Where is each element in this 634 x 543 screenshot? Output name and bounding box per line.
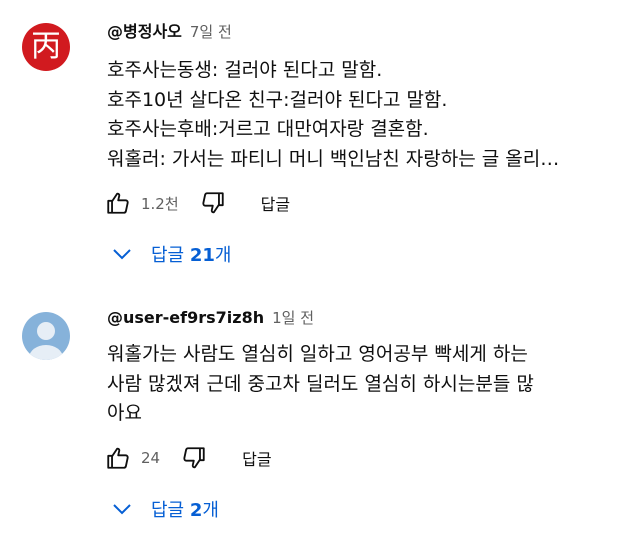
reply-button[interactable]: 답글 bbox=[242, 446, 271, 470]
comment-body: 호주사는동생: 걸러야 된다고 말함. 호주10년 살다온 친구:걸러야 된다고… bbox=[107, 56, 622, 174]
comment-toolbar: 24 답글 bbox=[102, 442, 272, 474]
like-button[interactable] bbox=[102, 187, 134, 219]
replies-prefix: 답글 bbox=[151, 245, 190, 266]
view-replies-button[interactable]: 답글 2개 bbox=[104, 491, 219, 527]
view-replies-button[interactable]: 답글 21개 bbox=[104, 236, 231, 272]
comment-line: 아요 bbox=[107, 402, 142, 424]
replies-label: 답글 2개 bbox=[151, 496, 219, 522]
like-count: 1.2천 bbox=[141, 194, 179, 213]
replies-suffix: 개 bbox=[202, 500, 219, 521]
avatar[interactable] bbox=[22, 312, 70, 360]
comment-timestamp[interactable]: 1일 전 bbox=[272, 307, 314, 328]
like-button[interactable] bbox=[102, 442, 134, 474]
comment-line: 워홀가는 사람도 열심히 일하고 영어공부 빡세게 하는 bbox=[107, 343, 528, 365]
dislike-button[interactable] bbox=[178, 442, 210, 474]
thumbs-down-icon bbox=[183, 447, 205, 469]
like-count: 24 bbox=[141, 449, 161, 467]
comment-line: 워홀러: 가서는 파티니 머니 백인남친 자랑하는 글 올리… bbox=[107, 147, 560, 170]
avatar[interactable]: 丙 bbox=[22, 23, 70, 71]
comment-toolbar: 1.2천 답글 bbox=[102, 187, 290, 219]
replies-prefix: 답글 bbox=[151, 500, 190, 521]
thumbs-up-icon bbox=[107, 192, 129, 214]
reply-button[interactable]: 답글 bbox=[261, 191, 290, 215]
chevron-down-icon bbox=[113, 249, 131, 260]
avatar-glyph: 丙 bbox=[31, 29, 61, 64]
replies-count: 21 bbox=[189, 245, 215, 266]
default-user-icon bbox=[29, 322, 63, 360]
chevron-down-icon bbox=[113, 504, 131, 515]
replies-count: 2 bbox=[189, 500, 203, 521]
comment-body: 워홀가는 사람도 열심히 일하고 영어공부 빡세게 하는 사람 많겠져 근데 중… bbox=[107, 340, 622, 429]
comment-header: @user-ef9rs7iz8h 1일 전 bbox=[107, 307, 314, 331]
thumbs-up-icon bbox=[107, 447, 129, 469]
replies-label: 답글 21개 bbox=[151, 241, 231, 267]
comment-header: @병정사오 7일 전 bbox=[107, 18, 232, 42]
comment-author[interactable]: @user-ef9rs7iz8h bbox=[107, 308, 264, 327]
comment-line: 호주사는후배:거르고 대만여자랑 결혼함. bbox=[107, 118, 429, 140]
dislike-button[interactable] bbox=[197, 187, 229, 219]
comment-line: 호주사는동생: 걸러야 된다고 말함. bbox=[107, 59, 383, 81]
thumbs-down-icon bbox=[202, 192, 224, 214]
replies-suffix: 개 bbox=[214, 245, 232, 266]
comment-line: 호주10년 살다온 친구:걸러야 된다고 말함. bbox=[107, 88, 448, 111]
comment-line: 사람 많겠져 근데 중고차 딜러도 열심히 하시는분들 많 bbox=[107, 372, 534, 395]
comment-author[interactable]: @병정사오 bbox=[107, 18, 182, 42]
comment-timestamp[interactable]: 7일 전 bbox=[190, 21, 232, 42]
